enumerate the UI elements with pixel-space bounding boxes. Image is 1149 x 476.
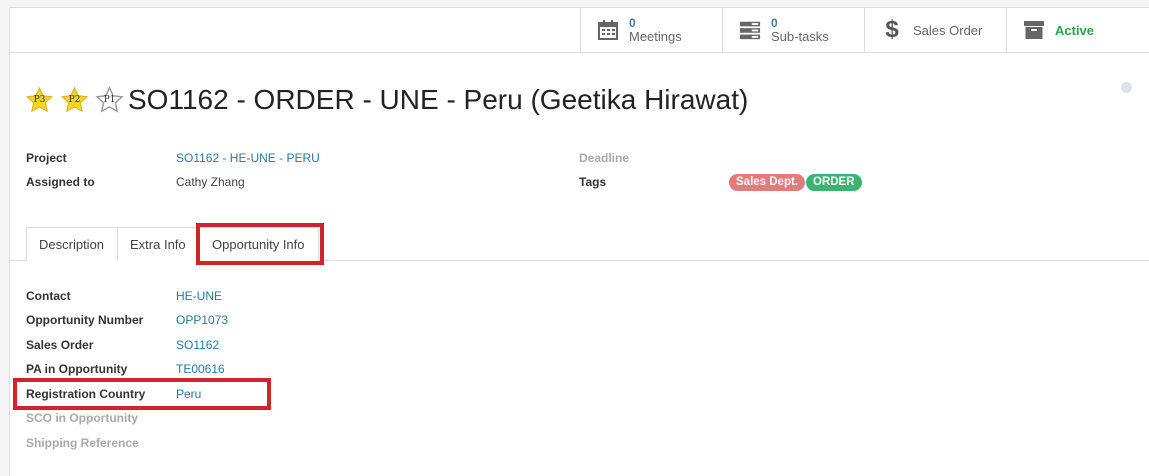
meetings-count: 0 — [629, 16, 636, 30]
record-title: SO1162 - ORDER - UNE - Peru (Geetika Hir… — [128, 84, 749, 115]
tag-order[interactable]: ORDER — [806, 174, 862, 191]
priority-star-p3[interactable]: P3 — [25, 86, 54, 115]
tags-label: Tags — [579, 175, 607, 189]
project-link[interactable]: SO1162 - HE-UNE - PERU — [176, 151, 320, 165]
sales-order-field-label: Sales Order — [26, 338, 94, 352]
deadline-label: Deadline — [579, 151, 630, 165]
assigned-label: Assigned to — [26, 175, 95, 189]
sales-order-field-link[interactable]: SO1162 — [176, 338, 219, 352]
button-box: 0 Meetings 0 Sub-tasks $ Sales Order Act… — [10, 8, 1149, 53]
subtasks-label: Sub-tasks — [771, 29, 829, 44]
sales-order-button[interactable]: $ Sales Order — [864, 8, 1006, 52]
dollar-icon: $ — [885, 16, 899, 43]
registration-country-link[interactable]: Peru — [176, 387, 201, 401]
tag-sales-dept[interactable]: Sales Dept. — [729, 174, 805, 191]
priority-widget: P3 P2 P1 — [25, 86, 124, 115]
kanban-state-dot[interactable] — [1121, 82, 1132, 93]
tab-extra-info[interactable]: Extra Info — [117, 227, 200, 261]
assigned-value[interactable]: Cathy Zhang — [176, 175, 245, 189]
pa-in-opportunity-link[interactable]: TE00616 — [176, 362, 225, 376]
form-sheet: 0 Meetings 0 Sub-tasks $ Sales Order Act… — [9, 7, 1149, 476]
meetings-button[interactable]: 0 Meetings — [580, 8, 722, 52]
sales-order-label: Sales Order — [913, 22, 983, 38]
registration-country-label: Registration Country — [26, 387, 146, 401]
meetings-label: Meetings — [629, 29, 682, 44]
active-label: Active — [1055, 22, 1095, 38]
archive-icon — [1023, 19, 1045, 41]
calendar-icon — [597, 19, 619, 41]
shipping-reference-label: Shipping Reference — [26, 436, 139, 450]
tab-description[interactable]: Description — [26, 227, 118, 261]
contact-link[interactable]: HE-UNE — [176, 289, 222, 303]
active-toggle-button[interactable]: Active — [1006, 8, 1149, 52]
priority-star-p1[interactable]: P1 — [95, 86, 124, 115]
pa-in-opportunity-label: PA in Opportunity — [26, 362, 128, 376]
subtasks-count: 0 — [771, 16, 778, 30]
opportunity-number-link[interactable]: OPP1073 — [176, 313, 228, 327]
tasks-icon — [739, 19, 761, 41]
opportunity-number-label: Opportunity Number — [26, 313, 144, 327]
project-label: Project — [26, 151, 67, 165]
sco-in-opportunity-label: SCO in Opportunity — [26, 411, 138, 425]
priority-star-p2[interactable]: P2 — [60, 86, 89, 115]
subtasks-button[interactable]: 0 Sub-tasks — [722, 8, 864, 52]
tab-opportunity-info[interactable]: Opportunity Info — [199, 227, 319, 261]
contact-label: Contact — [26, 289, 71, 303]
